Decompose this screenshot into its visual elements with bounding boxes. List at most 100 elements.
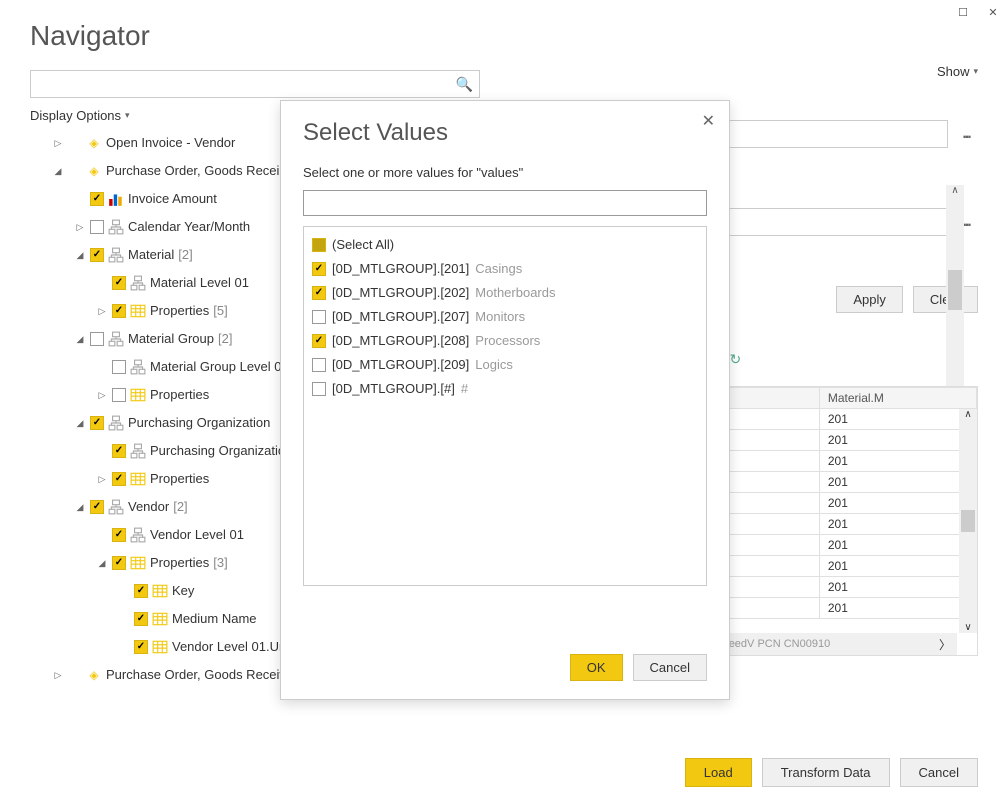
select-values-dialog: ✕ Select Values Select one or more value… [280, 100, 730, 700]
expander-icon[interactable]: ◢ [74, 493, 86, 521]
close-window-button[interactable]: ✕ [978, 0, 1008, 24]
expander-icon[interactable]: ◢ [74, 241, 86, 269]
checkbox[interactable]: ✓ [112, 304, 126, 318]
value-label: Processors [475, 329, 540, 353]
checkbox[interactable]: ✓ [90, 500, 104, 514]
checkbox[interactable] [112, 388, 126, 402]
checkbox[interactable]: ✓ [112, 444, 126, 458]
ellipsis-button[interactable]: ... [954, 125, 978, 143]
table-icon [152, 611, 168, 627]
table-icon [130, 471, 146, 487]
cell: 201 [819, 451, 976, 472]
checkbox[interactable] [312, 262, 326, 276]
refresh-icon[interactable]: ↻ [729, 351, 741, 368]
search-icon: 🔍 [456, 76, 473, 93]
scroll-thumb[interactable] [948, 270, 962, 310]
scroll-thumb[interactable] [961, 510, 975, 532]
checkbox[interactable] [312, 310, 326, 324]
expander-icon[interactable]: ▷ [96, 297, 108, 325]
hierarchy-icon [130, 275, 146, 291]
cancel-button[interactable]: Cancel [900, 758, 978, 787]
expander-icon[interactable]: ◢ [74, 325, 86, 353]
dialog-cancel-button[interactable]: Cancel [633, 654, 707, 681]
scroll-right-icon[interactable]: 〉 [939, 636, 951, 653]
value-code: [0D_MTLGROUP].[208] [332, 329, 469, 353]
checkbox[interactable] [90, 220, 104, 234]
value-code: [0D_MTLGROUP].[#] [332, 377, 455, 401]
node-label: Purchasing Organization [128, 409, 270, 437]
expander-icon[interactable]: ▷ [74, 213, 86, 241]
apply-button[interactable]: Apply [836, 286, 903, 313]
cell: 201 [819, 472, 976, 493]
hierarchy-icon [108, 415, 124, 431]
checkbox[interactable]: ✓ [112, 528, 126, 542]
value-item[interactable]: [0D_MTLGROUP].[209] Logics [312, 353, 698, 377]
checkbox[interactable]: ✓ [134, 640, 148, 654]
checkbox[interactable]: ✓ [90, 192, 104, 206]
checkbox[interactable]: ✓ [112, 472, 126, 486]
value-code: [0D_MTLGROUP].[201] [332, 257, 469, 281]
value-item[interactable]: [0D_MTLGROUP].[#] # [312, 377, 698, 401]
checkbox[interactable] [312, 382, 326, 396]
ok-button[interactable]: OK [570, 654, 623, 681]
value-item[interactable]: [0D_MTLGROUP].[201] Casings [312, 257, 698, 281]
expander-icon[interactable]: ▷ [52, 661, 64, 689]
checkbox[interactable]: ✓ [134, 584, 148, 598]
cube-icon: ◈ [86, 135, 102, 151]
show-dropdown[interactable]: Show ▾ [937, 64, 978, 79]
search-input-wrapper[interactable]: 🔍 [30, 70, 480, 98]
scroll-up-icon[interactable]: ∧ [964, 409, 971, 420]
chevron-down-icon: ▾ [973, 66, 978, 77]
vertical-scrollbar[interactable]: ∧ ∨ [959, 409, 977, 633]
node-label: Purchasing Organizatio [150, 437, 285, 465]
scroll-down-icon[interactable]: ∨ [964, 622, 971, 633]
maximize-button[interactable]: ☐ [948, 0, 978, 24]
node-label: Medium Name [172, 605, 257, 633]
expander-icon[interactable]: ▷ [52, 129, 64, 157]
hierarchy-icon [130, 527, 146, 543]
select-all-checkbox[interactable] [312, 238, 326, 252]
page-title: Navigator [30, 20, 978, 52]
search-input[interactable] [37, 77, 456, 92]
show-label: Show [937, 64, 970, 79]
checkbox[interactable] [312, 334, 326, 348]
checkbox[interactable]: ✓ [134, 612, 148, 626]
checkbox[interactable] [312, 286, 326, 300]
checkbox[interactable]: ✓ [90, 416, 104, 430]
expander-icon[interactable]: ▷ [96, 381, 108, 409]
expander-icon[interactable]: ◢ [96, 549, 108, 577]
cube-icon: ◈ [86, 163, 102, 179]
expander-icon[interactable]: ◢ [52, 157, 64, 185]
expander-icon[interactable]: ◢ [74, 409, 86, 437]
scroll-up-icon[interactable]: ∧ [951, 185, 958, 196]
checkbox[interactable]: ✓ [90, 248, 104, 262]
column-header[interactable]: Material.M [819, 388, 976, 409]
checkbox[interactable] [312, 358, 326, 372]
node-label: Vendor Level 01.Uniq [172, 633, 296, 661]
select-all-item[interactable]: (Select All) [312, 233, 698, 257]
node-label: Vendor [128, 493, 169, 521]
dialog-filter-input[interactable] [303, 190, 707, 216]
checkbox[interactable]: ✓ [112, 276, 126, 290]
checkbox[interactable]: ✓ [112, 556, 126, 570]
transform-data-button[interactable]: Transform Data [762, 758, 890, 787]
load-button[interactable]: Load [685, 758, 752, 787]
expander-icon[interactable]: ▷ [96, 465, 108, 493]
cell: 201 [819, 430, 976, 451]
value-item[interactable]: [0D_MTLGROUP].[208] Processors [312, 329, 698, 353]
checkbox[interactable] [90, 332, 104, 346]
value-code: [0D_MTLGROUP].[209] [332, 353, 469, 377]
value-item[interactable]: [0D_MTLGROUP].[202] Motherboards [312, 281, 698, 305]
node-count: [2] [218, 325, 232, 353]
cell: 201 [819, 598, 976, 619]
checkbox[interactable] [112, 360, 126, 374]
scrollbar-right[interactable]: ∧ ∨ [946, 185, 964, 395]
table-icon [152, 639, 168, 655]
cell: 201 [819, 493, 976, 514]
node-label: Properties [150, 297, 209, 325]
value-item[interactable]: [0D_MTLGROUP].[207] Monitors [312, 305, 698, 329]
node-label: Purchase Order, Goods Recei [106, 157, 279, 185]
dialog-close-button[interactable]: ✕ [702, 111, 715, 131]
node-label: Invoice Amount [128, 185, 217, 213]
cell: 201 [819, 556, 976, 577]
